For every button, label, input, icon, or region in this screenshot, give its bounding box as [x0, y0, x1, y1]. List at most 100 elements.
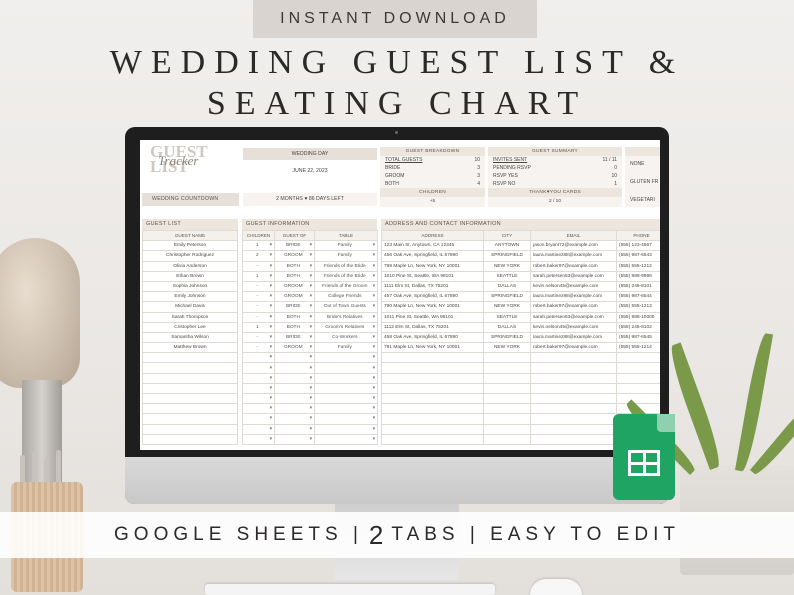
address-cell[interactable]	[381, 403, 484, 415]
address-cell[interactable]: 458 Oak Ave, Springfield, IL 67890	[381, 331, 484, 344]
address-cell[interactable]	[381, 362, 484, 374]
guest-name-cell[interactable]	[142, 362, 238, 374]
children-dropdown[interactable]: 1 ▾	[242, 321, 275, 333]
city-cell[interactable]: SPRINGFIELD	[483, 331, 531, 344]
children-dropdown[interactable]: - ▾	[242, 291, 275, 303]
address-cell[interactable]: 791 Maple Ln, New York, NY 10001	[381, 342, 484, 354]
guest-name-cell[interactable]	[142, 433, 238, 445]
guest-name-cell[interactable]: Matthew Brown	[142, 342, 238, 354]
email-cell[interactable]	[530, 372, 617, 384]
table-dropdown[interactable]: ▾	[314, 382, 378, 395]
guest-of-dropdown[interactable]: BOTH ▾	[274, 270, 315, 282]
city-cell[interactable]: SPRINGFIELD	[483, 291, 531, 303]
city-cell[interactable]: NEW YORK	[483, 260, 531, 272]
address-cell[interactable]: 1112 Elm St, Dallas, TX 75201	[381, 321, 484, 333]
address-cell[interactable]: 456 Oak Ave, Springfield, IL 67890	[381, 250, 484, 262]
address-cell[interactable]	[381, 372, 484, 384]
phone-cell[interactable]: (555) 987-6544	[616, 291, 660, 303]
table-dropdown[interactable]: Family ▾	[314, 342, 378, 354]
table-dropdown[interactable]: ▾	[314, 362, 378, 374]
address-cell[interactable]: 1010 Pine St, Seattle, WA 98101	[381, 270, 484, 282]
phone-cell[interactable]	[616, 362, 660, 374]
table-dropdown[interactable]: Family ▾	[314, 250, 378, 262]
children-dropdown[interactable]: - ▾	[242, 342, 275, 354]
address-cell[interactable]	[381, 433, 484, 445]
address-cell[interactable]	[381, 392, 484, 405]
guest-of-dropdown[interactable]: ▾	[274, 382, 315, 395]
guest-name-cell[interactable]	[142, 372, 238, 384]
phone-cell[interactable]	[616, 372, 660, 384]
phone-cell[interactable]: (555) 123-4567	[616, 240, 660, 252]
children-dropdown[interactable]: ▾	[242, 413, 275, 425]
phone-cell[interactable]: (555) 555-1213	[616, 301, 660, 313]
address-cell[interactable]: 457 Oak Ave, Springfield, IL 67890	[381, 291, 484, 303]
phone-cell[interactable]: (555) 555-1212	[616, 260, 660, 272]
children-dropdown[interactable]: ▾	[242, 372, 275, 384]
guest-name-cell[interactable]	[142, 413, 238, 425]
table-dropdown[interactable]: ▾	[314, 423, 378, 435]
guest-of-dropdown[interactable]: BOTH ▾	[274, 260, 315, 272]
children-dropdown[interactable]: 1 ▾	[242, 240, 275, 252]
guest-name-cell[interactable]	[142, 392, 238, 405]
table-dropdown[interactable]: ▾	[314, 413, 378, 425]
email-cell[interactable]	[530, 362, 617, 374]
city-cell[interactable]: DALLAS	[483, 321, 531, 333]
city-cell[interactable]: DALLAS	[483, 280, 531, 293]
guest-of-dropdown[interactable]: ▾	[274, 352, 315, 364]
guest-name-cell[interactable]: Christopher Rodriguez	[142, 250, 238, 262]
city-cell[interactable]: SEATTLE	[483, 311, 531, 323]
table-dropdown[interactable]: Friends of the Bride ▾	[314, 260, 378, 272]
city-cell[interactable]	[483, 372, 531, 384]
guest-name-cell[interactable]: Cristopher Lee	[142, 321, 238, 333]
table-dropdown[interactable]: ▾	[314, 352, 378, 364]
guest-name-cell[interactable]: Ethan Brown	[142, 270, 238, 282]
email-cell[interactable]	[530, 403, 617, 415]
children-dropdown[interactable]: - ▾	[242, 311, 275, 323]
table-dropdown[interactable]: Out of Town Guests ▾	[314, 301, 378, 313]
guest-of-dropdown[interactable]: ▾	[274, 433, 315, 445]
address-cell[interactable]	[381, 352, 484, 364]
phone-cell[interactable]	[616, 382, 660, 395]
table-dropdown[interactable]: ▾	[314, 392, 378, 405]
address-cell[interactable]: 789 Maple Ln, New York, NY 10001	[381, 260, 484, 272]
guest-name-cell[interactable]: Emily Johnson	[142, 291, 238, 303]
guest-of-dropdown[interactable]: ▾	[274, 403, 315, 415]
children-dropdown[interactable]: - ▾	[242, 260, 275, 272]
children-dropdown[interactable]: ▾	[242, 362, 275, 374]
guest-of-dropdown[interactable]: GROOM ▾	[274, 280, 315, 293]
city-cell[interactable]	[483, 413, 531, 425]
email-cell[interactable]	[530, 392, 617, 405]
address-cell[interactable]: 790 Maple Ln, New York, NY 10001	[381, 301, 484, 313]
city-cell[interactable]	[483, 392, 531, 405]
address-cell[interactable]: 1011 Pine St, Seattle, WA 98101	[381, 311, 484, 323]
children-dropdown[interactable]: ▾	[242, 423, 275, 435]
email-cell[interactable]: robert.baker97@example.com	[530, 260, 617, 272]
email-cell[interactable]: laura.martinez88@example.com	[530, 331, 617, 344]
phone-cell[interactable]: (555) 987-6543	[616, 250, 660, 262]
children-dropdown[interactable]: 2 ▾	[242, 250, 275, 262]
guest-name-cell[interactable]	[142, 423, 238, 435]
guest-name-cell[interactable]: Sophia Johnson	[142, 280, 238, 293]
guest-name-cell[interactable]: Samantha Wilson	[142, 331, 238, 344]
guest-of-dropdown[interactable]: BOTH ▾	[274, 321, 315, 333]
phone-cell[interactable]: (555) 555-1214	[616, 342, 660, 354]
phone-cell[interactable]	[616, 392, 660, 405]
guest-of-dropdown[interactable]: ▾	[274, 423, 315, 435]
email-cell[interactable]: sarah.petersen63@example.com	[530, 270, 617, 282]
guest-name-cell[interactable]: Sarah Thompson	[142, 311, 238, 323]
guest-of-dropdown[interactable]: GROOM ▾	[274, 291, 315, 303]
guest-of-dropdown[interactable]: ▾	[274, 392, 315, 405]
email-cell[interactable]: kevin.nelson45@example.com	[530, 321, 617, 333]
city-cell[interactable]: NEW YORK	[483, 301, 531, 313]
guest-name-cell[interactable]	[142, 352, 238, 364]
guest-of-dropdown[interactable]: ▾	[274, 362, 315, 374]
guest-name-cell[interactable]: Olivia Anderson	[142, 260, 238, 272]
email-cell[interactable]	[530, 352, 617, 364]
table-dropdown[interactable]: College Friends ▾	[314, 291, 378, 303]
table-dropdown[interactable]: Groom's Relatives ▾	[314, 321, 378, 333]
address-cell[interactable]: 123 Main St, Anytown, CA 12345	[381, 240, 484, 252]
city-cell[interactable]	[483, 362, 531, 374]
email-cell[interactable]: robert.baker97@example.com	[530, 301, 617, 313]
table-dropdown[interactable]: Family ▾	[314, 240, 378, 252]
phone-cell[interactable]: (555) 246-8102	[616, 321, 660, 333]
